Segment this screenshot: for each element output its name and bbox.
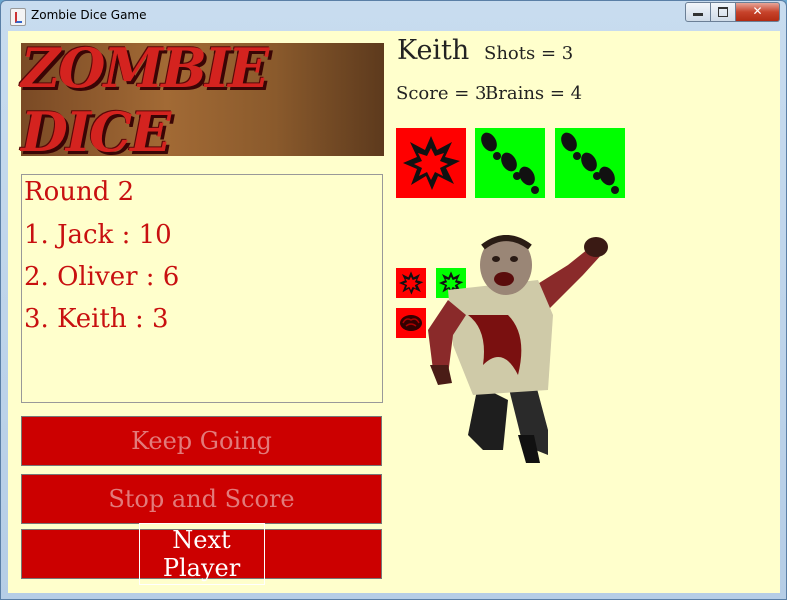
window-controls: ✕ — [685, 2, 780, 22]
maximize-button[interactable] — [711, 2, 736, 22]
next-player-label: Next Player — [138, 523, 265, 585]
app-window: Zombie Dice Game ✕ ZOMBIE DICE Round 2 1… — [0, 0, 787, 600]
footprints-icon — [481, 132, 539, 194]
shotgun-blast-icon — [403, 136, 460, 190]
window-title: Zombie Dice Game — [31, 8, 147, 22]
logo-text: ZOMBIE DICE — [21, 35, 269, 164]
close-icon: ✕ — [752, 4, 763, 18]
scoreboard-entry: 1. Jack : 10 — [24, 220, 172, 250]
footprints-icon — [561, 132, 619, 194]
minimize-icon — [693, 13, 703, 16]
close-button[interactable]: ✕ — [736, 2, 780, 22]
minimize-button[interactable] — [685, 2, 711, 22]
current-player-name: Keith — [397, 35, 470, 66]
round-label: Round 2 — [24, 177, 135, 207]
brains-count: Brains = 4 — [485, 83, 583, 104]
next-player-button[interactable]: Next Player — [21, 523, 382, 585]
die-footprints-green — [555, 128, 625, 198]
die-shotgun-red — [396, 128, 466, 198]
score-count: Score = 3 — [396, 83, 487, 104]
scoreboard-entry: 2. Oliver : 6 — [24, 262, 180, 292]
stop-and-score-button[interactable]: Stop and Score — [21, 474, 382, 524]
title-bar[interactable]: Zombie Dice Game ✕ — [1, 1, 786, 31]
shots-count: Shots = 3 — [484, 43, 574, 64]
java-app-icon — [10, 8, 26, 26]
die-footprints-green — [475, 128, 545, 198]
zombie-dice-logo: ZOMBIE DICE — [21, 36, 384, 164]
keep-going-button[interactable]: Keep Going — [21, 416, 382, 466]
zombie-illustration — [428, 235, 608, 463]
scoreboard: Round 2 1. Jack : 10 2. Oliver : 6 3. Ke… — [21, 174, 383, 403]
keep-going-label: Keep Going — [131, 427, 272, 455]
scoreboard-entry: 3. Keith : 3 — [24, 304, 169, 334]
maximize-icon — [718, 7, 728, 17]
game-panel: ZOMBIE DICE Round 2 1. Jack : 10 2. Oliv… — [8, 31, 780, 593]
stop-and-score-label: Stop and Score — [108, 485, 295, 513]
